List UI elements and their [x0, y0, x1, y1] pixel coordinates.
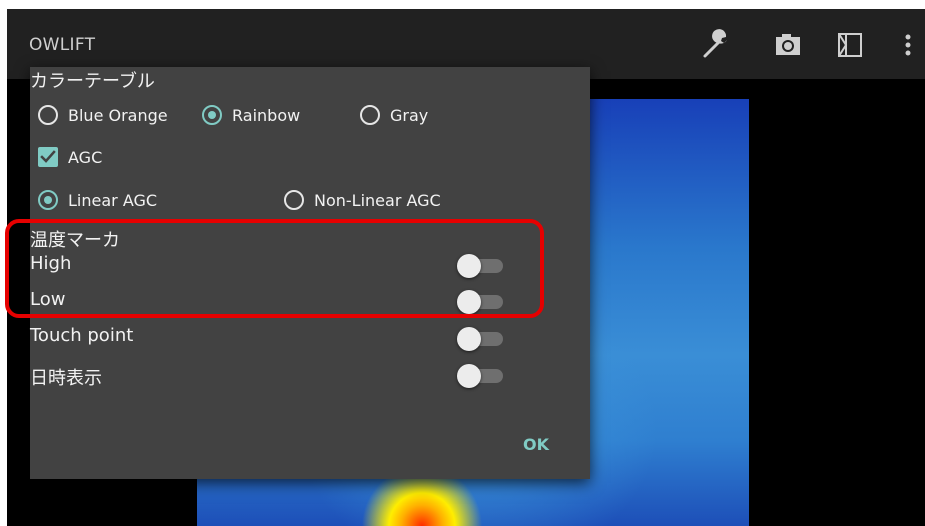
radio-button-icon[interactable] [360, 105, 380, 125]
radio-non-linear-agc[interactable]: Non-Linear AGC [284, 190, 441, 210]
agc-checkbox-row[interactable]: AGC [38, 147, 102, 167]
app-title: OWLIFT [29, 35, 96, 55]
datetime-toggle[interactable] [457, 364, 503, 388]
wrench-icon[interactable] [699, 28, 733, 62]
radio-button-icon[interactable] [284, 190, 304, 210]
toggle-thumb[interactable] [457, 254, 481, 278]
checkbox-checked-icon[interactable] [38, 147, 58, 167]
radio-label: Gray [390, 105, 429, 125]
radio-label: Rainbow [232, 105, 301, 125]
radio-blue-orange[interactable]: Blue Orange [38, 105, 168, 125]
camera-icon[interactable] [771, 28, 805, 62]
radio-button-icon[interactable] [38, 105, 58, 125]
high-toggle[interactable] [457, 254, 503, 278]
radio-gray[interactable]: Gray [360, 105, 428, 125]
toggle-thumb[interactable] [457, 290, 481, 314]
panel-icon[interactable] [833, 28, 867, 62]
radio-label: Blue Orange [68, 105, 168, 125]
settings-dialog: カラーテーブル Blue Orange Rainbow Gray AGC Lin… [30, 67, 590, 479]
toggle-thumb[interactable] [457, 364, 481, 388]
agc-label: AGC [68, 147, 103, 167]
toggle-thumb[interactable] [457, 327, 481, 351]
radio-label: Linear AGC [68, 190, 158, 210]
overflow-menu-icon[interactable] [891, 28, 925, 62]
temp-marker-header: 温度マーカ [30, 230, 120, 251]
touch-point-toggle[interactable] [457, 327, 503, 351]
color-table-header: カラーテーブル [30, 71, 155, 92]
radio-button-checked-icon[interactable] [202, 105, 222, 125]
radio-rainbow[interactable]: Rainbow [202, 105, 300, 125]
ok-button[interactable]: OK [508, 427, 564, 461]
datetime-label: 日時表示 [30, 368, 102, 389]
high-label: High [30, 253, 72, 274]
low-toggle[interactable] [457, 290, 503, 314]
radio-linear-agc[interactable]: Linear AGC [38, 190, 157, 210]
radio-button-checked-icon[interactable] [38, 190, 58, 210]
radio-label: Non-Linear AGC [314, 190, 441, 210]
touch-point-label: Touch point [30, 325, 134, 346]
low-label: Low [30, 289, 66, 310]
